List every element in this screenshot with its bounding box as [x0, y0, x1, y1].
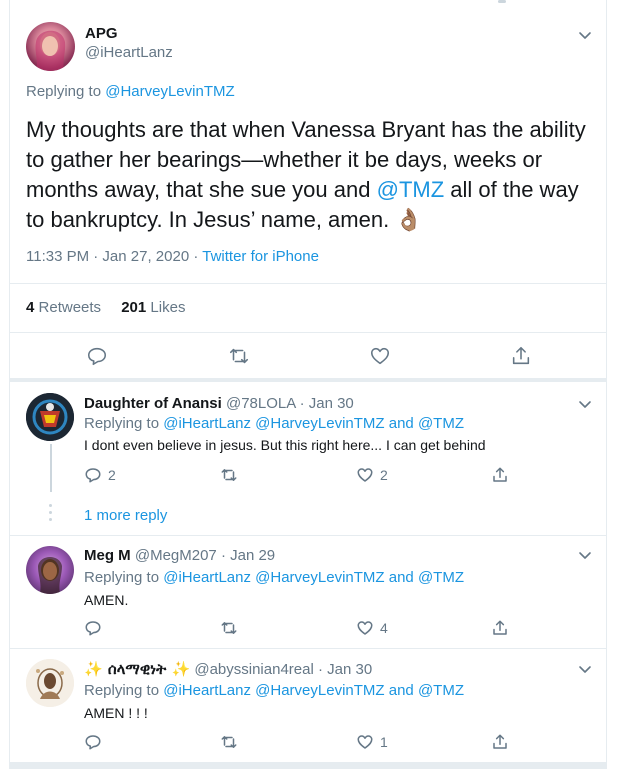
- reply-replying-to: Replying to @iHeartLanz @HarveyLevinTMZ …: [84, 415, 464, 432]
- reply-author-name[interactable]: ✨ ሰላማዊነት ✨: [84, 660, 190, 678]
- retweet-button[interactable]: [220, 619, 244, 637]
- retweet-button[interactable]: [220, 733, 244, 751]
- replying-to-tmz[interactable]: @TMZ: [418, 682, 464, 699]
- share-button[interactable]: [491, 466, 509, 484]
- like-button[interactable]: [369, 345, 391, 367]
- share-icon: [512, 346, 530, 365]
- tweet-meta: 11:33 PM · Jan 27, 2020 · Twitter for iP…: [26, 248, 319, 265]
- reply-handle-date[interactable]: @78LOLA · Jan 30: [226, 395, 354, 412]
- likes-stat[interactable]: 201 Likes: [121, 299, 185, 316]
- replying-to-label: Replying to: [84, 415, 160, 432]
- reply-replying-to: Replying to @iHeartLanz @HarveyLevinTMZ …: [84, 569, 464, 586]
- thread-connector-top: [498, 0, 506, 3]
- share-icon: [493, 620, 507, 635]
- reply-author-name[interactable]: Daughter of Anansi: [84, 395, 222, 412]
- thread-dots: [49, 504, 52, 525]
- like-count: 1: [380, 734, 388, 750]
- replying-to-links[interactable]: @iHeartLanz @HarveyLevinTMZ: [163, 415, 384, 432]
- engagement-stats: 4 Retweets 201 Likes: [26, 299, 185, 316]
- tmz-mention-link[interactable]: @TMZ: [377, 177, 445, 202]
- like-count: 4: [380, 620, 388, 636]
- share-button[interactable]: [491, 619, 509, 637]
- share-button[interactable]: [491, 733, 509, 751]
- ok-hand-emoji: 👌🏽: [395, 208, 423, 233]
- reply-icon: [85, 468, 101, 483]
- share-icon: [493, 467, 507, 482]
- replying-to-line: Replying to @HarveyLevinTMZ: [26, 83, 235, 100]
- reply-text: I dont even believe in jesus. But this r…: [84, 437, 486, 453]
- like-icon: [357, 621, 373, 635]
- bottom-divider: [10, 762, 606, 769]
- thread-line: [50, 444, 52, 492]
- replying-to-and: and: [388, 415, 414, 432]
- divider: [10, 648, 606, 649]
- reply-author-name[interactable]: Meg M: [84, 547, 131, 564]
- more-replies-link[interactable]: 1 more reply: [84, 507, 167, 524]
- reply-handle-date[interactable]: @MegM207 · Jan 29: [135, 547, 275, 564]
- reply-header: Meg M @MegM207 · Jan 29: [84, 547, 275, 564]
- retweets-stat[interactable]: 4 Retweets: [26, 299, 105, 316]
- retweet-icon: [221, 469, 237, 481]
- like-button[interactable]: 1: [356, 733, 388, 751]
- replying-to-tmz[interactable]: @TMZ: [418, 415, 464, 432]
- avatar-apg[interactable]: [26, 22, 75, 71]
- reply-handle-date[interactable]: @abyssinian4real · Jan 30: [194, 661, 372, 678]
- replying-to-label: Replying to: [26, 83, 102, 100]
- like-icon: [357, 468, 373, 482]
- divider: [10, 535, 606, 536]
- tweet-text: My thoughts are that when Vanessa Bryant…: [26, 115, 596, 236]
- reply-text: AMEN.: [84, 592, 129, 608]
- reply-button[interactable]: 2: [84, 466, 116, 484]
- tweet-timestamp[interactable]: 11:33 PM · Jan 27, 2020 ·: [26, 248, 198, 265]
- author-name[interactable]: APG: [85, 25, 118, 42]
- replying-to-label: Replying to: [84, 569, 160, 586]
- retweets-count: 4: [26, 299, 35, 316]
- reply-header: Daughter of Anansi @78LOLA · Jan 30: [84, 395, 354, 412]
- replying-to-tmz[interactable]: @TMZ: [418, 569, 464, 586]
- chevron-down-icon[interactable]: [577, 27, 593, 43]
- share-button[interactable]: [510, 345, 532, 367]
- share-icon: [493, 734, 507, 749]
- reply-header: ✨ ሰላማዊነት ✨ @abyssinian4real · Jan 30: [84, 660, 372, 678]
- replying-to-links[interactable]: @iHeartLanz @HarveyLevinTMZ: [163, 682, 384, 699]
- reply-count: 2: [108, 467, 116, 483]
- avatar-meg-m[interactable]: [26, 546, 74, 594]
- replying-to-link[interactable]: @HarveyLevinTMZ: [105, 83, 234, 100]
- like-button[interactable]: 4: [356, 619, 388, 637]
- like-count: 2: [380, 467, 388, 483]
- retweet-icon: [221, 622, 237, 634]
- divider: [10, 378, 606, 382]
- like-icon: [370, 347, 390, 365]
- reply-icon: [85, 735, 101, 750]
- reply-button[interactable]: [84, 733, 108, 751]
- chevron-down-icon[interactable]: [577, 396, 593, 412]
- reply-button[interactable]: [86, 345, 108, 367]
- retweet-icon: [221, 736, 237, 748]
- tweet-source-link[interactable]: Twitter for iPhone: [202, 248, 319, 265]
- retweet-button[interactable]: [228, 345, 250, 367]
- avatar-abyssinian4real[interactable]: [26, 659, 74, 707]
- divider: [10, 283, 606, 284]
- retweet-icon: [229, 348, 249, 364]
- author-handle[interactable]: @iHeartLanz: [85, 44, 173, 61]
- reply-button[interactable]: [84, 619, 108, 637]
- chevron-down-icon[interactable]: [577, 661, 593, 677]
- reply-icon: [85, 621, 101, 636]
- replying-to-links[interactable]: @iHeartLanz @HarveyLevinTMZ: [163, 569, 384, 586]
- replying-to-label: Replying to: [84, 682, 160, 699]
- avatar-daughter-of-anansi[interactable]: [26, 393, 74, 441]
- replying-to-and: and: [388, 682, 414, 699]
- likes-count: 201: [121, 299, 147, 316]
- like-button[interactable]: 2: [356, 466, 388, 484]
- reply-icon: [87, 347, 107, 366]
- like-icon: [357, 735, 373, 749]
- likes-label: Likes: [150, 299, 186, 316]
- replying-to-and: and: [388, 569, 414, 586]
- reply-replying-to: Replying to @iHeartLanz @HarveyLevinTMZ …: [84, 682, 464, 699]
- retweets-label: Retweets: [38, 299, 102, 316]
- chevron-down-icon[interactable]: [577, 547, 593, 563]
- reply-text: AMEN ! ! !: [84, 705, 148, 721]
- divider: [10, 332, 606, 333]
- retweet-button[interactable]: [220, 466, 244, 484]
